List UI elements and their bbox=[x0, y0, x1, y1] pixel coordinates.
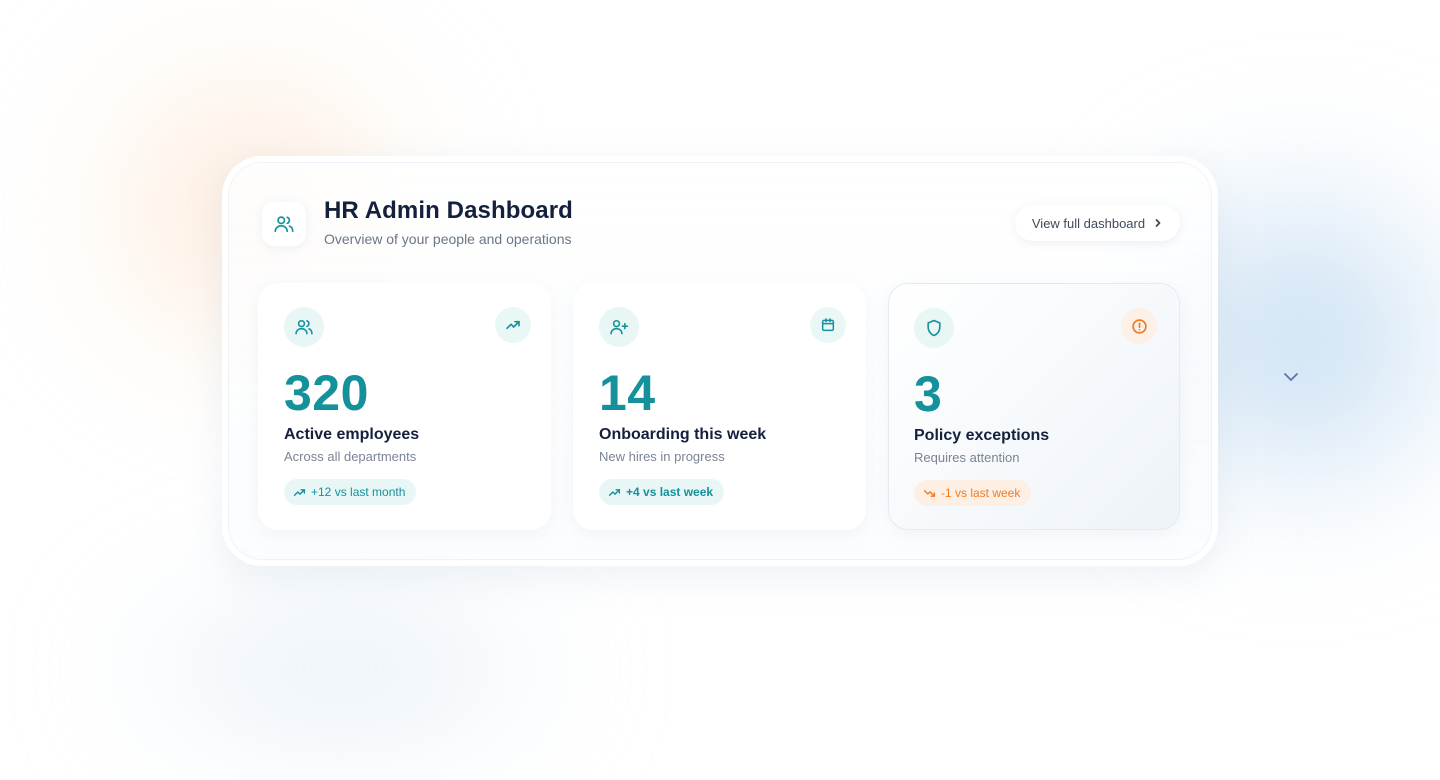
trending-up-icon bbox=[495, 307, 531, 343]
active-employees-change-badge: +12 vs last month bbox=[284, 479, 417, 505]
background-glow-blue-bottom bbox=[80, 560, 600, 780]
badge-text: +12 vs last month bbox=[311, 485, 406, 499]
view-full-dashboard-button[interactable]: View full dashboard bbox=[1015, 205, 1180, 241]
active-employees-subtext: Across all departments bbox=[284, 449, 417, 464]
users-icon bbox=[284, 307, 324, 347]
badge-text: +4 vs last week bbox=[626, 485, 714, 499]
active-employees-value: 320 bbox=[284, 365, 369, 421]
trending-up-icon bbox=[608, 486, 621, 499]
policy-exceptions-label: Policy exceptions bbox=[914, 427, 1050, 444]
user-plus-icon bbox=[599, 307, 639, 347]
stat-card-policy-exceptions[interactable]: 3 Policy exceptions Requires attention -… bbox=[888, 283, 1180, 530]
page-title: HR Admin Dashboard bbox=[324, 197, 573, 224]
trending-down-icon bbox=[923, 487, 936, 500]
header-users-icon bbox=[262, 202, 306, 246]
policy-exceptions-subtext: Requires attention bbox=[914, 450, 1020, 465]
policy-exceptions-value: 3 bbox=[914, 366, 943, 422]
stat-card-onboarding[interactable]: 14 Onboarding this week New hires in pro… bbox=[573, 283, 866, 530]
stat-card-active-employees[interactable]: 320 Active employees Across all departme… bbox=[258, 283, 551, 530]
view-full-dashboard-label: View full dashboard bbox=[1031, 215, 1146, 231]
calendar-icon bbox=[810, 307, 846, 343]
alert-circle-icon bbox=[1121, 308, 1157, 344]
onboarding-subtext: New hires in progress bbox=[599, 449, 725, 464]
page-subtitle: Overview of your people and operations bbox=[324, 231, 572, 247]
chevron-down-icon[interactable] bbox=[1282, 370, 1300, 384]
policy-exceptions-change-badge: -1 vs last week bbox=[914, 480, 1032, 506]
trending-up-icon bbox=[293, 486, 306, 499]
onboarding-change-badge: +4 vs last week bbox=[599, 479, 725, 505]
onboarding-value: 14 bbox=[599, 365, 656, 421]
chevron-right-icon bbox=[1153, 218, 1163, 228]
active-employees-label: Active employees bbox=[284, 426, 420, 443]
badge-text: -1 vs last week bbox=[941, 486, 1021, 500]
onboarding-label: Onboarding this week bbox=[599, 426, 767, 443]
shield-icon bbox=[914, 308, 954, 348]
